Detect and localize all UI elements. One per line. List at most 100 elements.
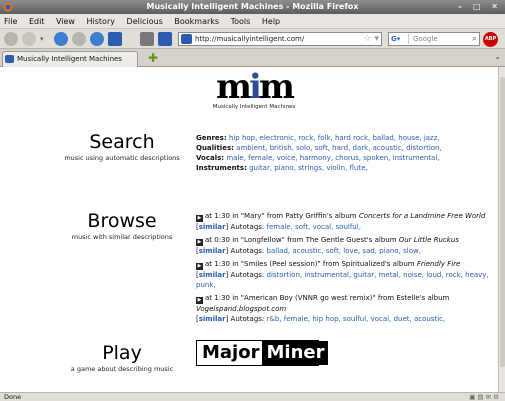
menu-tools[interactable]: Tools [231,17,251,26]
logo-mark: mim [212,70,296,104]
instruments-links[interactable]: guitar, piano, strings, violin, flute, [249,164,368,172]
autotags-label: Autotags: [230,315,265,323]
play-section-header: Play a game about describing music [42,342,202,373]
back-arrow-icon[interactable] [4,32,18,46]
delicious-tag-icon[interactable] [140,32,154,46]
browse-subheading: music with similar descriptions [71,233,173,241]
logo-m2: m [258,67,295,107]
status-icons: ▣ ▤ ✉ ⚙ [469,393,499,401]
vocals-row: Vocals: male, female, voice, harmony, ch… [196,153,486,163]
search-icon[interactable]: ⌕ [472,33,477,45]
instruments-row: Instruments: guitar, piano, strings, vio… [196,163,486,173]
entry-text: at 1:30 in "American Boy (VNNR go west r… [205,294,450,302]
list-item: ▶ at 1:30 in "Smiles (Peel session)" from… [196,260,489,289]
autotag-links[interactable]: female, soft, vocal, soulful, [267,223,361,231]
menu-delicious[interactable]: Delicious [127,17,163,26]
play-icon[interactable]: ▶ [196,297,203,304]
instruments-label: Instruments: [196,164,247,172]
menu-file[interactable]: File [4,17,17,26]
status-bar: Done ▣ ▤ ✉ ⚙ [0,392,505,401]
play-heading[interactable]: Play [42,342,202,364]
history-dropdown-icon[interactable]: ▾ [40,32,48,46]
clock-icon[interactable] [90,32,104,46]
autotags-label: Autotags: [230,223,265,231]
menu-history[interactable]: History [87,17,115,26]
autotag-links[interactable]: ballad, acoustic, soft, love, sad, piano… [267,247,421,255]
search-categories: Genres: hip hop, electronic, rock, folk,… [196,133,486,173]
forward-arrow-icon[interactable] [22,32,36,46]
url-bar[interactable]: http://musicallyintelligent.com/ ☆ ▾ [178,32,382,46]
tab-label: Musically Intelligent Machines [17,55,122,63]
site-favicon-icon [181,34,192,44]
entry-text: at 1:30 in "Mary" from Patty Griffin's a… [205,212,359,220]
reload-icon[interactable] [54,32,68,46]
genres-links[interactable]: hip hop, electronic, rock, folk, hard ro… [229,134,440,142]
similar-link[interactable]: similar [199,271,226,279]
stop-icon[interactable] [72,32,86,46]
new-tab-icon[interactable]: ✚ [148,52,160,64]
tab-favicon-icon [5,55,14,63]
list-item: ▶ at 1:30 in "Mary" from Patty Griffin's … [196,212,486,231]
google-engine-icon[interactable]: G▾ [391,34,409,44]
search-heading[interactable]: Search [42,131,202,153]
search-subheading: music using automatic descriptions [64,154,180,162]
logo-m1: m [216,67,252,107]
tab-musically-intelligent[interactable]: Musically Intelligent Machines [2,51,138,67]
menu-help[interactable]: Help [262,17,280,26]
vertical-scrollbar[interactable] [498,67,505,392]
similar-link[interactable]: similar [199,315,226,323]
bookmark-star-icon[interactable]: ☆ ▾ [364,33,379,45]
logo-i: i [249,67,262,107]
autotag-links[interactable]: r&b, female, hip hop, soulful, vocal, du… [267,315,446,323]
genres-label: Genres: [196,134,227,142]
entry-text: at 0:30 in "Longfellow" from The Gentle … [205,236,399,244]
autotags-label: Autotags: [230,247,265,255]
search-section-header: Search music using automatic description… [42,131,202,162]
logo-tagline: Musically Intelligent Machines [212,104,296,110]
genres-row: Genres: hip hop, electronic, rock, folk,… [196,133,486,143]
search-box[interactable]: G▾ Google ⌕ [388,32,480,46]
album-title: Friendly Fire [416,260,461,268]
scrollbar-thumb[interactable] [500,77,505,367]
list-item: ▶ at 0:30 in "Longfellow" from The Gentle… [196,236,459,255]
logo-miner: Miner [262,341,329,365]
bookmark-icon[interactable] [108,32,122,46]
firefox-icon [3,2,13,12]
similar-link[interactable]: similar [199,247,226,255]
title-bar: Musically Intelligent Machines - Mozilla… [0,0,505,14]
page-content: mim Musically Intelligent Machines Searc… [0,67,498,392]
qualities-links[interactable]: ambient, british, solo, soft, hard, dark… [236,144,442,152]
logo-major: Major [197,341,263,365]
play-icon[interactable]: ▶ [196,263,203,270]
window-controls[interactable]: – □ ✕ [458,0,502,14]
url-text: http://musicallyintelligent.com/ [195,35,305,43]
browse-entries: ▶ at 1:30 in "Mary" from Patty Griffin's … [196,211,496,327]
album-title: Vogelspand.blogspot.com [196,305,287,313]
album-title: Our Little Ruckus [398,236,459,244]
album-title: Concerts for a Landmine Free World [358,212,486,220]
play-icon[interactable]: ▶ [196,239,203,246]
menu-edit[interactable]: Edit [29,17,45,26]
adblock-icon[interactable]: ABP [483,32,498,47]
menu-bar: File Edit View History Delicious Bookmar… [0,14,505,29]
qualities-row: Qualities: ambient, british, solo, soft,… [196,143,486,153]
menu-view[interactable]: View [56,17,75,26]
play-subheading: a game about describing music [70,365,174,373]
menu-bookmarks[interactable]: Bookmarks [174,17,219,26]
tab-bar: Musically Intelligent Machines ✚ ⌄ [0,49,505,67]
play-icon[interactable]: ▶ [196,215,203,222]
list-item: ▶ at 1:30 in "American Boy (VNNR go west … [196,294,450,323]
vocals-links[interactable]: male, female, voice, harmony, chorus, sp… [226,154,439,162]
delicious-icon[interactable] [158,32,172,46]
entry-text: at 1:30 in "Smiles (Peel session)" from … [205,260,417,268]
status-text: Done [4,393,22,401]
major-miner-logo[interactable]: Major Miner [196,340,329,366]
browse-section-header: Browse music with similar descriptions [42,210,202,241]
similar-link[interactable]: similar [199,223,226,231]
search-placeholder: Google [413,35,438,43]
site-logo[interactable]: mim Musically Intelligent Machines [212,70,296,118]
autotags-label: Autotags: [230,271,265,279]
browse-heading[interactable]: Browse [42,210,202,232]
tab-list-chevron-icon[interactable]: ⌄ [494,52,501,61]
qualities-label: Qualities: [196,144,234,152]
